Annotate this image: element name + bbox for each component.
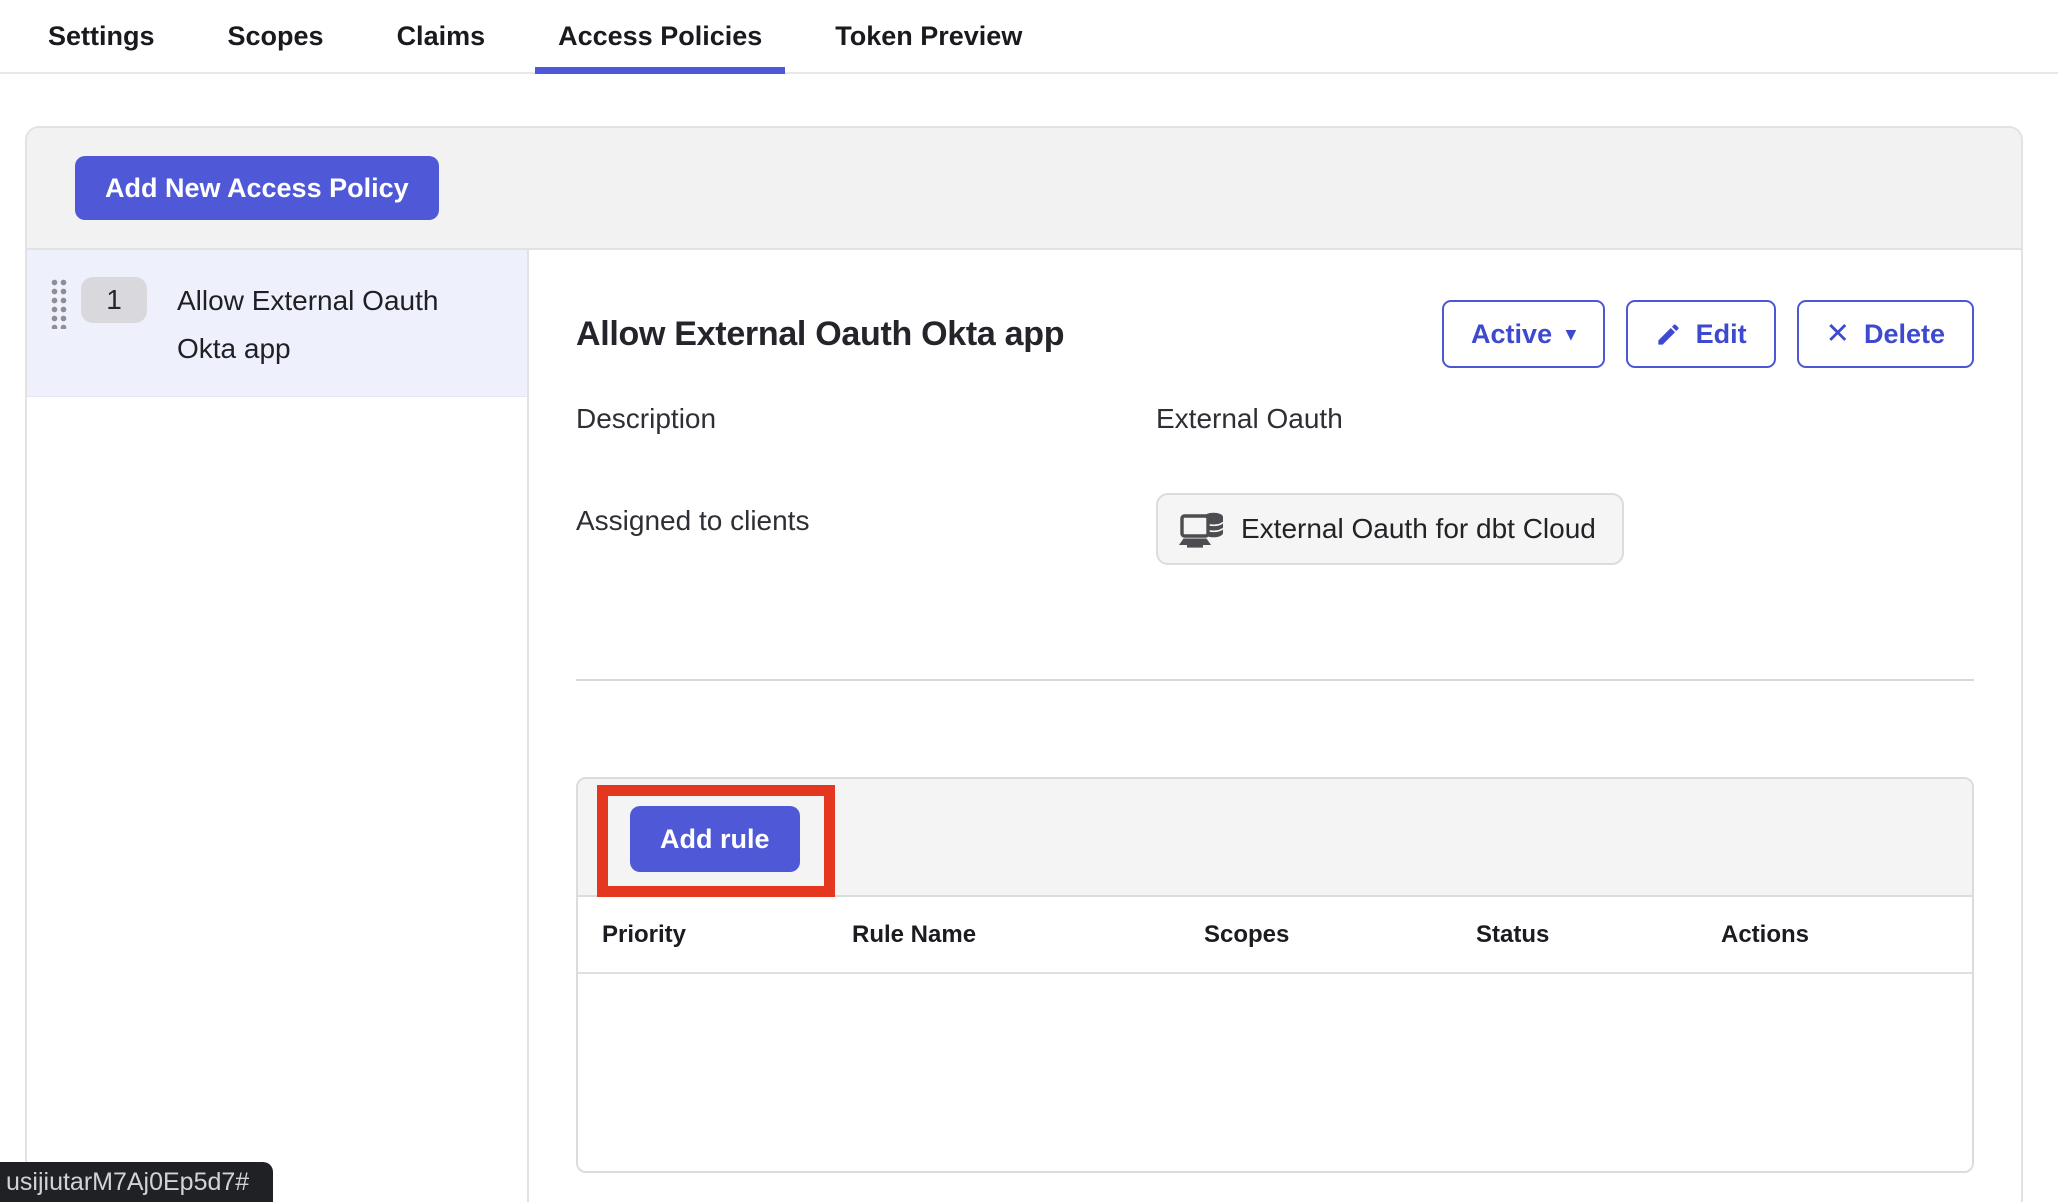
edit-button[interactable]: Edit xyxy=(1626,300,1776,368)
rules-table-header: Priority Rule Name Scopes Status Actions xyxy=(578,897,1972,974)
detail-header: Allow External Oauth Okta app Active ▾ E… xyxy=(576,300,1974,368)
column-header-scopes: Scopes xyxy=(1204,921,1476,949)
policy-actions: Active ▾ Edit ✕ Delete xyxy=(1442,300,1974,368)
rules-table-empty-body xyxy=(578,974,1972,1171)
tab-access-policies[interactable]: Access Policies xyxy=(535,0,785,72)
drag-handle-icon[interactable] xyxy=(51,279,67,329)
edit-pencil-icon xyxy=(1655,321,1682,348)
policy-list-item[interactable]: 1 Allow External Oauth Okta app xyxy=(27,250,527,397)
delete-label: Delete xyxy=(1864,319,1945,350)
description-value: External Oauth xyxy=(1156,403,1343,435)
assigned-client-chip[interactable]: External Oauth for dbt Cloud xyxy=(1156,493,1624,565)
policy-name-label: Allow External Oauth Okta app xyxy=(177,277,457,373)
assigned-clients-label: Assigned to clients xyxy=(576,505,809,537)
tab-settings[interactable]: Settings xyxy=(25,0,178,72)
edit-label: Edit xyxy=(1696,319,1747,350)
section-divider xyxy=(576,679,1974,681)
card-body: 1 Allow External Oauth Okta app Allow Ex… xyxy=(27,250,2021,1202)
tab-token-preview[interactable]: Token Preview xyxy=(812,0,1045,72)
status-label: Active xyxy=(1471,319,1552,350)
column-header-actions: Actions xyxy=(1721,921,1948,949)
column-header-status: Status xyxy=(1476,921,1721,949)
delete-x-icon: ✕ xyxy=(1826,320,1850,349)
client-app-icon xyxy=(1178,508,1226,550)
assigned-client-label: External Oauth for dbt Cloud xyxy=(1241,513,1596,545)
policy-list: 1 Allow External Oauth Okta app xyxy=(27,250,529,1202)
rules-header: Add rule xyxy=(578,779,1972,897)
tab-claims[interactable]: Claims xyxy=(374,0,509,72)
status-dropdown-button[interactable]: Active ▾ xyxy=(1442,300,1605,368)
policy-detail-panel: Allow External Oauth Okta app Active ▾ E… xyxy=(529,250,2021,1202)
tab-scopes[interactable]: Scopes xyxy=(205,0,347,72)
column-header-rule-name: Rule Name xyxy=(852,921,1204,949)
card-header: Add New Access Policy xyxy=(27,128,2021,250)
tab-bar: Settings Scopes Claims Access Policies T… xyxy=(0,0,2058,74)
add-rule-button[interactable]: Add rule xyxy=(630,806,800,872)
policy-priority-badge: 1 xyxy=(81,277,147,323)
browser-status-bar: usijiutarM7Aj0Ep5d7# xyxy=(0,1162,273,1202)
delete-button[interactable]: ✕ Delete xyxy=(1797,300,1974,368)
add-new-access-policy-button[interactable]: Add New Access Policy xyxy=(75,156,439,220)
column-header-priority: Priority xyxy=(602,921,852,949)
rules-section: Add rule Priority Rule Name Scopes Statu… xyxy=(576,777,1974,1173)
description-label: Description xyxy=(576,403,716,435)
chevron-down-icon: ▾ xyxy=(1566,325,1576,344)
policy-title: Allow External Oauth Okta app xyxy=(576,315,1064,354)
access-policies-card: Add New Access Policy 1 Allow External O… xyxy=(25,126,2023,1202)
